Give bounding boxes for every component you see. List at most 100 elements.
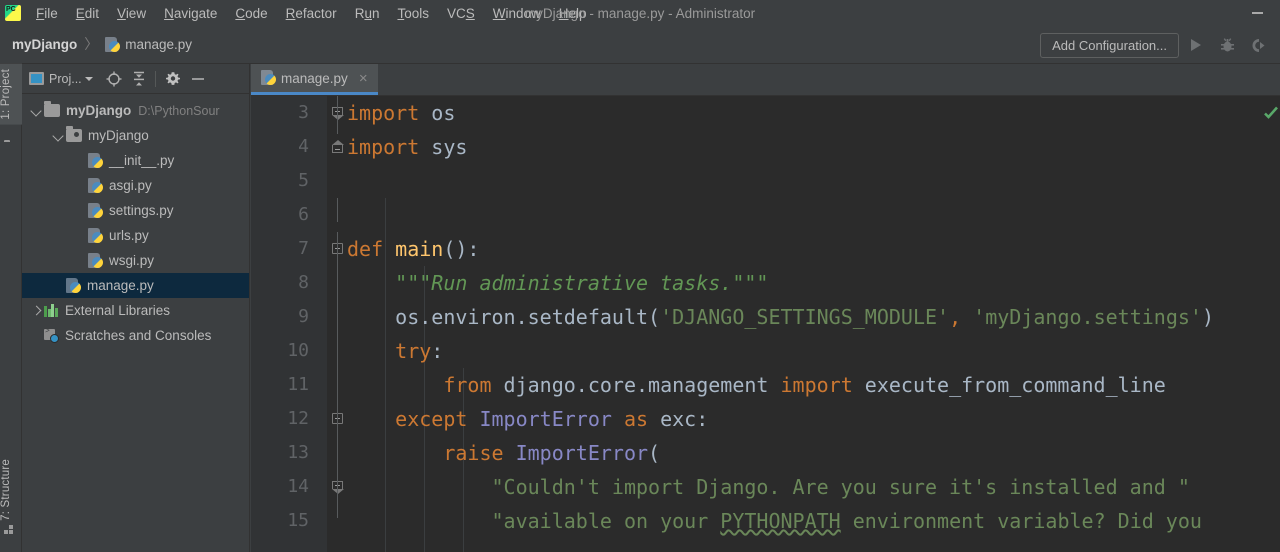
- project-panel-header: Proj...: [22, 64, 249, 94]
- code-text: import os: [347, 101, 456, 125]
- menu-item-navigate[interactable]: Navigate: [155, 3, 226, 24]
- run-icon: [1191, 39, 1201, 51]
- select-opened-file-button[interactable]: [102, 67, 126, 91]
- tree-row--init-py[interactable]: __init__.py: [22, 148, 249, 173]
- menu-item-view[interactable]: View: [108, 3, 155, 24]
- code-line-7: 7 def main():: [251, 232, 1280, 266]
- chevron-down-icon: [84, 76, 93, 81]
- run-with-coverage-button[interactable]: [1244, 31, 1272, 59]
- fold-region-line: [337, 198, 338, 222]
- rail-button-project[interactable]: 1: Project: [0, 64, 22, 125]
- tree-row-asgi-py[interactable]: asgi.py: [22, 173, 249, 198]
- menu-item-code[interactable]: Code: [226, 3, 276, 24]
- collapse-all-button[interactable]: [127, 67, 151, 91]
- editor-tab-manage-py[interactable]: manage.py ×: [251, 64, 378, 95]
- tree-row-label: manage.py: [87, 277, 154, 293]
- python-file-icon: [105, 36, 121, 53]
- code-editor[interactable]: 3 import os 4 import sys 5 6 7 def main(): 8 """…: [251, 96, 1280, 552]
- code-line-8: 8 """Run administrative tasks.""": [251, 266, 1280, 300]
- hide-panel-button[interactable]: [186, 67, 210, 91]
- add-configuration-button[interactable]: Add Configuration...: [1040, 32, 1179, 58]
- tree-row-label: myDjango: [66, 102, 132, 118]
- menu-item-tools[interactable]: Tools: [388, 3, 438, 24]
- code-text: """Run administrative tasks.""": [347, 271, 769, 295]
- line-number: 3: [298, 102, 309, 123]
- code-line-9: 9 os.environ.setdefault('DJANGO_SETTINGS…: [251, 300, 1280, 334]
- code-fold-toggle-icon[interactable]: [332, 140, 344, 153]
- tree-arrow-placeholder: [30, 330, 42, 342]
- debug-icon: [1220, 37, 1234, 51]
- code-text: from django.core.management import execu…: [443, 373, 1166, 397]
- python-file-icon: [261, 70, 276, 86]
- menu-item-file[interactable]: File: [27, 3, 67, 24]
- tree-row-label: settings.py: [109, 202, 174, 218]
- gear-icon: [165, 71, 180, 85]
- code-text: except ImportError as exc:: [395, 407, 709, 431]
- code-line-15: 15 "available on your PYTHONPATH environ…: [251, 504, 1280, 538]
- menu-bar: File Edit View Navigate Code Refactor Run Tools…: [27, 0, 596, 26]
- tree-row-mydjango[interactable]: myDjango D:\PythonSour: [22, 98, 249, 123]
- tree-row-scratches-and-consoles[interactable]: Scratches and Consoles: [22, 323, 249, 348]
- run-with-coverage-icon: [1252, 38, 1264, 52]
- debug-button[interactable]: [1213, 31, 1241, 59]
- code-line-5: 5: [251, 164, 1280, 198]
- tree-row-label: __init__.py: [109, 152, 175, 168]
- settings-button[interactable]: [161, 67, 185, 91]
- close-tab-icon[interactable]: ×: [357, 71, 370, 86]
- breadcrumb-file-label: manage.py: [125, 37, 193, 52]
- code-text: def main():: [347, 237, 480, 261]
- structure-icon: [4, 525, 18, 546]
- chevron-right-icon[interactable]: [30, 305, 42, 317]
- minus-icon: [191, 77, 204, 80]
- code-line-4: 4 import sys: [251, 130, 1280, 164]
- toolbar-divider: [154, 70, 156, 87]
- breadcrumb-project[interactable]: myDjango: [8, 35, 81, 54]
- line-number: 9: [298, 306, 309, 327]
- pycharm-logo-icon: [5, 5, 21, 21]
- tree-arrow-placeholder: [74, 205, 86, 217]
- python-file-icon: [66, 277, 81, 294]
- rail-button-structure[interactable]: 7: Structure: [0, 454, 22, 526]
- line-number: 7: [298, 238, 309, 259]
- collapse-all-icon: [133, 71, 144, 85]
- editor-vertical-scrollbar[interactable]: [1268, 96, 1280, 552]
- breadcrumb-file[interactable]: manage.py: [101, 35, 196, 55]
- tree-row-label: External Libraries: [65, 302, 171, 318]
- menu-item-help[interactable]: Help: [550, 3, 596, 24]
- chevron-down-icon[interactable]: [52, 130, 64, 142]
- project-view-selector[interactable]: Proj...: [26, 70, 96, 88]
- menu-item-refactor[interactable]: Refactor: [277, 3, 346, 24]
- code-line-3: 3 import os: [251, 96, 1280, 130]
- tree-row-manage-py[interactable]: manage.py: [22, 273, 249, 298]
- tree-arrow-placeholder: [74, 255, 86, 267]
- menu-item-window[interactable]: Window: [484, 3, 550, 24]
- breadcrumb-separator-icon: 〉: [84, 36, 99, 52]
- editor-area: manage.py × 3 import os 4 import sys 5 6 7 def …: [251, 64, 1280, 552]
- code-lines: 3 import os 4 import sys 5 6 7 def main(): 8 """…: [251, 96, 1280, 552]
- tree-arrow-placeholder: [74, 155, 86, 167]
- run-toolbar: Add Configuration...: [1040, 26, 1272, 64]
- tree-arrow-placeholder: [74, 230, 86, 242]
- rail-project-label: 1: Project: [0, 69, 12, 120]
- project-view-label: Proj...: [49, 71, 82, 86]
- tree-row-wsgi-py[interactable]: wsgi.py: [22, 248, 249, 273]
- tree-row-urls-py[interactable]: urls.py: [22, 223, 249, 248]
- tree-row-external-libraries[interactable]: External Libraries: [22, 298, 249, 323]
- project-view-icon: [29, 72, 44, 85]
- menu-item-vcs[interactable]: VCS: [438, 3, 484, 24]
- folder-source-icon: [66, 126, 82, 142]
- code-text: os.environ.setdefault('DJANGO_SETTINGS_M…: [347, 305, 1214, 329]
- chevron-down-icon[interactable]: [30, 105, 42, 117]
- code-line-6: 6: [251, 198, 1280, 232]
- minimize-button[interactable]: [1235, 0, 1280, 26]
- rail-structure-label: 7: Structure: [0, 459, 12, 521]
- code-line-13: 13 raise ImportError(: [251, 436, 1280, 470]
- line-number: 13: [287, 442, 309, 463]
- menu-item-run[interactable]: Run: [346, 3, 389, 24]
- run-button[interactable]: [1182, 31, 1210, 59]
- tree-row-mydjango[interactable]: myDjango: [22, 123, 249, 148]
- fold-region-line: [337, 96, 338, 134]
- menu-item-edit[interactable]: Edit: [67, 3, 108, 24]
- code-text: raise ImportError(: [443, 441, 661, 465]
- tree-row-settings-py[interactable]: settings.py: [22, 198, 249, 223]
